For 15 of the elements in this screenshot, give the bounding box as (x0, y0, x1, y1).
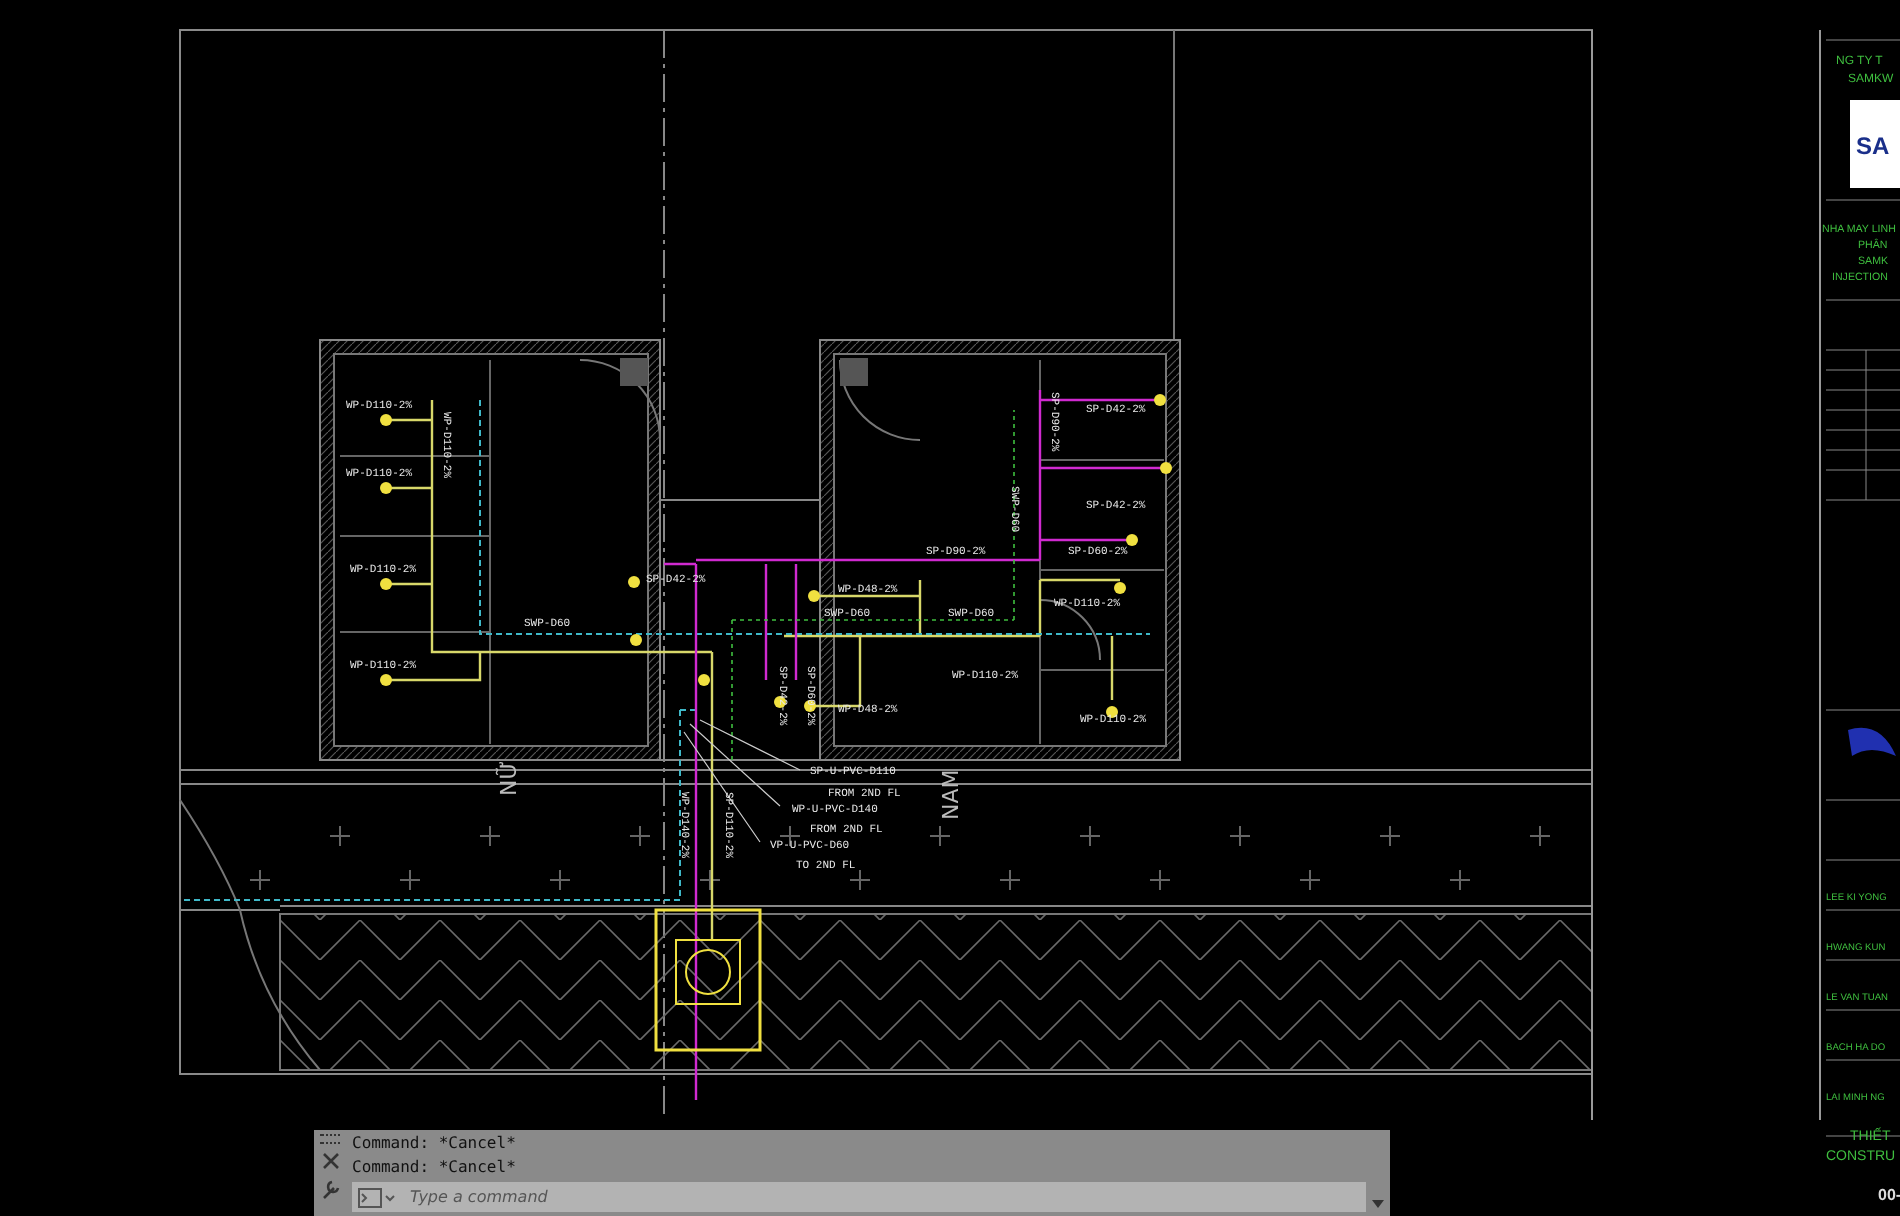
scroll-arrow-icon[interactable] (1372, 1200, 1384, 1208)
close-icon[interactable] (321, 1152, 339, 1170)
room-label: NAM (938, 769, 964, 820)
command-history-line: Command: *Cancel* (352, 1158, 518, 1178)
logo-text: SA (1856, 132, 1890, 160)
logo-background (1850, 100, 1900, 188)
sheet-number: 00- (1878, 1186, 1900, 1204)
pit-icon (675, 939, 741, 1005)
prompt-icon[interactable] (358, 1187, 398, 1207)
grip-icon[interactable] (320, 1134, 340, 1144)
room-label: NỮ (496, 760, 522, 796)
wing-logo-icon (1848, 727, 1896, 756)
command-history-line: Command: *Cancel* (352, 1134, 518, 1154)
floor-drain-drawing (654, 908, 762, 1052)
wrench-icon[interactable] (319, 1178, 341, 1200)
